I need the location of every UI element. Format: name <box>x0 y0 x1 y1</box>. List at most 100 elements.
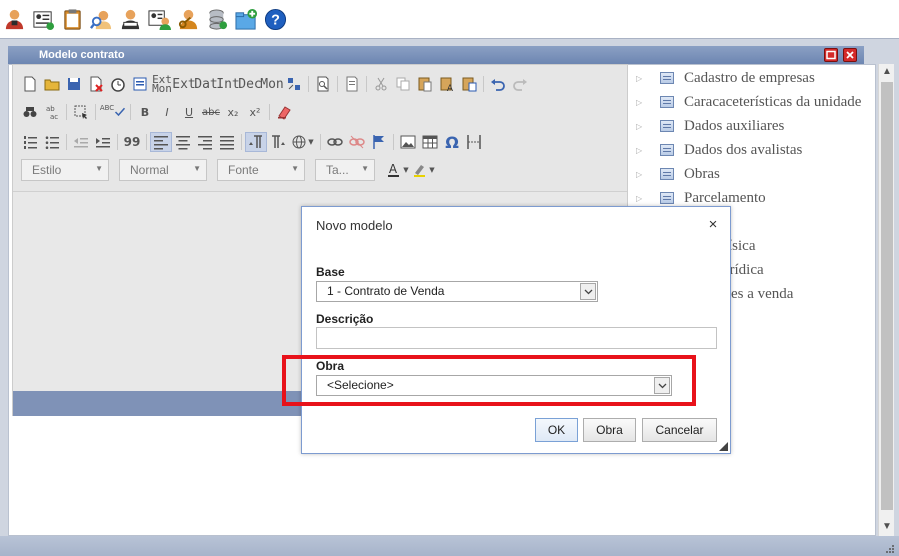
ext-button[interactable]: Ext <box>172 74 195 94</box>
expand-icon[interactable]: ▷ <box>636 98 648 107</box>
open-icon[interactable] <box>41 74 63 94</box>
maximize-button[interactable] <box>824 48 838 62</box>
user-group-icon[interactable] <box>118 7 143 32</box>
folder-add-icon[interactable] <box>234 7 259 32</box>
close-document-icon[interactable] <box>85 74 107 94</box>
expand-icon[interactable]: ▷ <box>636 194 648 203</box>
select-all-icon[interactable] <box>70 102 92 122</box>
outdent-icon[interactable] <box>70 132 92 152</box>
separator <box>66 104 67 120</box>
search-user-icon[interactable] <box>89 7 114 32</box>
expand-icon[interactable]: ▷ <box>636 170 648 179</box>
tree-item[interactable]: ▷ Cadastro de empresas <box>636 66 876 90</box>
tree-item[interactable]: ▷ Dados auxiliares <box>636 114 876 138</box>
font-select[interactable]: Fonte ▼ <box>217 159 305 181</box>
scroll-down-icon[interactable]: ▼ <box>881 520 893 534</box>
strikethrough-button[interactable]: abc <box>200 102 222 122</box>
subscript-button[interactable]: x₂ <box>222 102 244 122</box>
align-center-icon[interactable] <box>172 132 194 152</box>
italic-button[interactable]: I <box>156 102 178 122</box>
int-button[interactable]: Int <box>216 74 239 94</box>
background-color-button[interactable]: ▼ <box>411 160 437 180</box>
paste-word-icon[interactable] <box>458 74 480 94</box>
text-color-button[interactable]: A ▼ <box>385 160 411 180</box>
user-key-icon[interactable] <box>176 7 201 32</box>
copy-icon[interactable] <box>392 74 414 94</box>
language-icon[interactable]: ▼ <box>289 132 317 152</box>
paste-text-icon[interactable]: A <box>436 74 458 94</box>
resize-grip-icon[interactable] <box>885 544 895 554</box>
spellcheck-button[interactable]: ABC <box>99 102 127 122</box>
preview-icon[interactable] <box>312 74 334 94</box>
font-size-select[interactable]: Ta... ▼ <box>315 159 375 181</box>
unlink-icon[interactable] <box>346 132 368 152</box>
numbered-list-icon[interactable] <box>19 132 41 152</box>
id-card-icon[interactable] <box>31 7 56 32</box>
paste-icon[interactable] <box>414 74 436 94</box>
base-select-dropdown-button[interactable] <box>580 283 596 300</box>
special-char-button[interactable]: Ω <box>441 132 463 152</box>
redo-icon[interactable] <box>509 74 531 94</box>
tree-item[interactable]: ▷ Obras <box>636 162 876 186</box>
bulleted-list-icon[interactable] <box>41 132 63 152</box>
vertical-scrollbar[interactable]: ▲ ▼ <box>878 64 894 536</box>
base-label: Base <box>316 265 345 279</box>
base-select[interactable]: 1 - Contrato de Venda <box>316 281 598 302</box>
cut-icon[interactable] <box>370 74 392 94</box>
expand-icon[interactable]: ▷ <box>636 74 648 83</box>
dialog-title: Novo modelo <box>316 218 393 233</box>
word-document-icon[interactable] <box>129 74 151 94</box>
undo-icon[interactable] <box>487 74 509 94</box>
descricao-input[interactable] <box>316 327 717 349</box>
remove-format-icon[interactable] <box>273 102 295 122</box>
tree-item[interactable]: ▷ Dados dos avalistas <box>636 138 876 162</box>
ok-button[interactable]: OK <box>535 418 578 442</box>
ext-mon-button[interactable]: Ext Mon <box>151 74 173 94</box>
indent-icon[interactable] <box>92 132 114 152</box>
page-break-icon[interactable] <box>463 132 485 152</box>
variables-icon[interactable] <box>283 74 305 94</box>
tree-item[interactable]: ▷ Caracaceterísticas da unidade <box>636 90 876 114</box>
window-close-button[interactable] <box>843 48 857 62</box>
dialog-close-button[interactable]: × <box>705 217 721 233</box>
expand-icon[interactable]: ▷ <box>636 122 648 131</box>
dec-button[interactable]: Dec <box>238 74 261 94</box>
templates-icon[interactable] <box>341 74 363 94</box>
cancel-button[interactable]: Cancelar <box>642 418 717 442</box>
replace-icon[interactable]: ab ac <box>41 102 63 122</box>
mon-button[interactable]: Mon <box>260 74 283 94</box>
clock-icon[interactable] <box>107 74 129 94</box>
clipboard-icon[interactable] <box>60 7 85 32</box>
user-icon[interactable] <box>2 7 27 32</box>
link-icon[interactable] <box>324 132 346 152</box>
dat-button[interactable]: Dat <box>194 74 217 94</box>
table-icon <box>660 72 674 84</box>
table-icon[interactable] <box>419 132 441 152</box>
underline-button[interactable]: U <box>178 102 200 122</box>
save-icon[interactable] <box>63 74 85 94</box>
align-left-icon[interactable] <box>150 132 172 152</box>
dialog-resize-icon[interactable] <box>719 442 728 451</box>
database-icon[interactable] <box>205 7 230 32</box>
blockquote-button[interactable]: 99 <box>121 132 143 152</box>
text-direction-rtl-icon[interactable] <box>267 132 289 152</box>
find-icon[interactable] <box>19 102 41 122</box>
obra-button[interactable]: Obra <box>583 418 636 442</box>
editor-toolbar-row-3: 99 ▼ Ω <box>19 131 485 153</box>
style-select[interactable]: Estilo ▼ <box>21 159 109 181</box>
image-icon[interactable] <box>397 132 419 152</box>
text-direction-ltr-icon[interactable] <box>245 132 267 152</box>
align-right-icon[interactable] <box>194 132 216 152</box>
format-select[interactable]: Normal ▼ <box>119 159 207 181</box>
expand-icon[interactable]: ▷ <box>636 146 648 155</box>
bold-button[interactable]: B <box>134 102 156 122</box>
superscript-button[interactable]: x² <box>244 102 266 122</box>
new-page-icon[interactable] <box>19 74 41 94</box>
scrollbar-thumb[interactable] <box>881 82 893 510</box>
anchor-flag-icon[interactable] <box>368 132 390 152</box>
text-color-icon: A <box>388 162 400 177</box>
user-card-icon[interactable] <box>147 7 172 32</box>
scroll-up-icon[interactable]: ▲ <box>881 65 893 79</box>
justify-icon[interactable] <box>216 132 238 152</box>
help-icon[interactable]: ? <box>263 7 288 32</box>
